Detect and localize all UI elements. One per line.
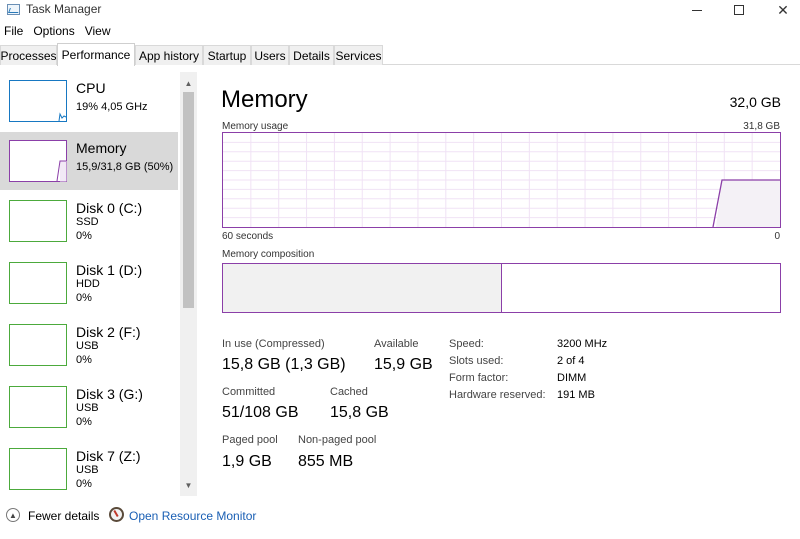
resource-monitor-icon [109,507,124,522]
memory-graph-icon [9,140,67,182]
footer: ▲ Fewer details Open Resource Monitor [0,502,800,539]
resource-list: CPU 19% 4,05 GHz Memory 15,9/31,8 GB (50… [0,72,178,496]
hardware-reserved-label: Hardware reserved: [449,389,546,401]
sidebar-item-type: HDD [76,278,100,290]
form-factor-label: Form factor: [449,372,509,384]
memory-usage-max: 31,8 GB [743,121,780,132]
cached-label: Cached [330,386,368,398]
page-title: Memory [221,86,308,113]
sidebar-item-detail: 19% 4,05 GHz [76,101,148,113]
slots-used-value: 2 of 4 [557,355,585,367]
speed-value: 3200 MHz [557,338,608,350]
tab-details[interactable]: Details [289,45,334,65]
disk-graph-icon [9,262,67,304]
menu-bar: File Options View [0,20,116,42]
non-paged-pool-label: Non-paged pool [298,434,377,446]
form-factor-value: DIMM [557,372,587,384]
tab-startup[interactable]: Startup [203,45,251,65]
disk-graph-icon [9,324,67,366]
menu-options[interactable]: Options [28,24,79,38]
sidebar-item-disk-1[interactable]: Disk 1 (D:) HDD 0% [0,254,178,312]
disk-graph-icon [9,200,67,242]
sidebar-item-type: USB [76,340,99,352]
graph-time-span: 60 seconds [222,231,274,242]
cached-value: 15,8 GB [330,404,389,421]
minimize-icon [692,9,702,11]
tab-users[interactable]: Users [251,45,289,65]
chevron-up-icon[interactable]: ▲ [6,508,20,522]
in-use-value: 15,8 GB (1,3 GB) [222,356,346,373]
available-value: 15,9 GB [374,356,433,373]
memory-composition-bar [222,263,781,313]
sidebar-item-usage: 0% [76,416,92,428]
paged-pool-value: 1,9 GB [222,453,272,470]
paged-pool-label: Paged pool [222,434,278,446]
tab-processes[interactable]: Processes [0,45,57,65]
sidebar-item-disk-2[interactable]: Disk 2 (F:) USB 0% [0,316,178,374]
sidebar-item-name: Memory [76,140,127,156]
total-memory: 32,0 GB [729,94,781,110]
menu-file[interactable]: File [0,24,28,38]
menu-view[interactable]: View [80,24,116,38]
close-icon: ✕ [777,2,789,18]
scroll-thumb[interactable] [183,92,194,308]
hardware-reserved-value: 191 MB [557,389,595,401]
sidebar-item-cpu[interactable]: CPU 19% 4,05 GHz [0,72,178,130]
maximize-icon [734,5,744,15]
tab-app-history[interactable]: App history [135,45,203,65]
maximize-button[interactable] [716,0,762,20]
sidebar-item-name: Disk 2 (F:) [76,324,141,340]
sidebar-item-name: Disk 0 (C:) [76,200,143,216]
sidebar-item-memory[interactable]: Memory 15,9/31,8 GB (50%) [0,132,178,190]
non-paged-pool-value: 855 MB [298,453,354,470]
available-label: Available [374,338,419,350]
memory-usage-label: Memory usage [222,121,289,132]
tab-performance[interactable]: Performance [57,43,135,66]
sidebar-item-disk-0[interactable]: Disk 0 (C:) SSD 0% [0,192,178,250]
sidebar-item-name: Disk 1 (D:) [76,262,143,278]
disk-graph-icon [9,448,67,490]
sidebar-item-name: Disk 7 (Z:) [76,448,141,464]
in-use-label: In use (Compressed) [222,338,325,350]
window-title: Task Manager [26,2,102,16]
graph-time-end: 0 [774,231,780,242]
speed-label: Speed: [449,338,484,350]
tab-bar: Processes Performance App history Startu… [0,43,800,66]
disk-graph-icon [9,386,67,428]
sidebar-item-usage: 0% [76,292,92,304]
committed-label: Committed [222,386,276,398]
composition-in-use-segment [223,264,502,312]
sidebar-item-usage: 0% [76,354,92,366]
sidebar-item-type: USB [76,402,99,414]
sidebar-scrollbar[interactable]: ▲ ▼ [180,72,197,496]
sidebar-item-type: USB [76,464,99,476]
sidebar-item-usage: 0% [76,478,92,490]
close-button[interactable]: ✕ [760,0,800,20]
open-resource-monitor-link[interactable]: Open Resource Monitor [129,509,256,523]
sidebar-item-name: Disk 3 (G:) [76,386,143,402]
slots-used-label: Slots used: [449,355,504,367]
sidebar-item-type: SSD [76,216,99,228]
sidebar-item-disk-7[interactable]: Disk 7 (Z:) USB 0% [0,440,178,496]
sidebar-item-name: CPU [76,80,106,96]
tab-services[interactable]: Services [334,45,383,65]
minimize-button[interactable] [674,0,720,20]
committed-value: 51/108 GB [222,404,299,421]
cpu-graph-icon [9,80,67,122]
scroll-down-icon[interactable]: ▼ [180,478,197,492]
memory-composition-label: Memory composition [222,249,315,260]
memory-usage-graph [222,132,781,228]
scroll-up-icon[interactable]: ▲ [180,76,197,90]
title-bar: Task Manager ✕ [0,0,800,20]
sidebar-item-disk-3[interactable]: Disk 3 (G:) USB 0% [0,378,178,436]
fewer-details-button[interactable]: Fewer details [28,509,99,523]
task-manager-icon [7,4,20,15]
sidebar-item-detail: 15,9/31,8 GB (50%) [76,161,174,173]
sidebar-item-usage: 0% [76,230,92,242]
